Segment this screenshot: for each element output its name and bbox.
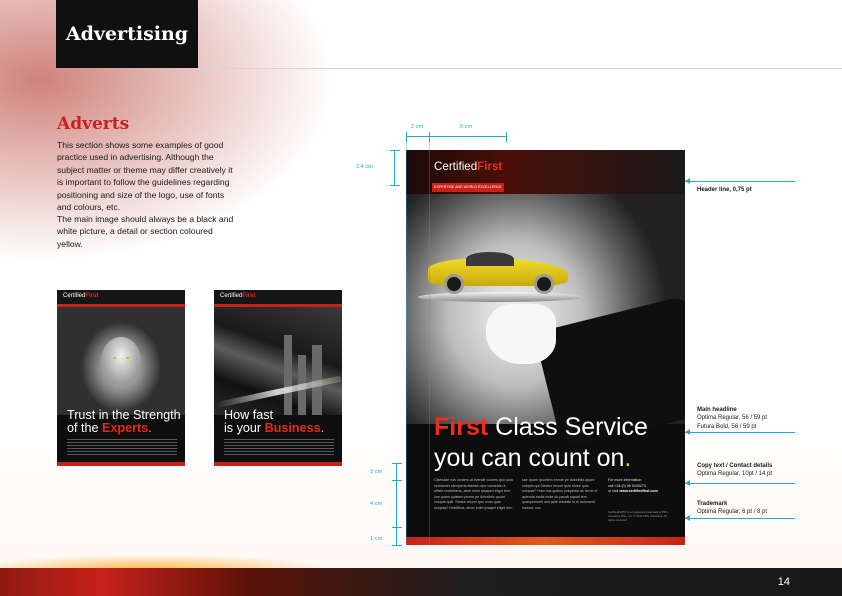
dimension-line-bottom bbox=[396, 463, 397, 545]
section-title: Adverts bbox=[57, 114, 130, 134]
body-paragraph-2: The main image should always be a black … bbox=[57, 214, 234, 249]
arrow-icon bbox=[685, 178, 690, 184]
header-rule bbox=[198, 68, 842, 69]
callout-line-header bbox=[685, 181, 795, 182]
advert-example-city: CertifiedFirst How fast is your Business… bbox=[214, 290, 342, 466]
page-title: Advertising bbox=[65, 23, 189, 45]
car-wheel-rear bbox=[534, 274, 554, 294]
lion-photo bbox=[57, 307, 185, 415]
advert-footer-bar bbox=[406, 537, 685, 545]
dimension-line-2cm bbox=[406, 136, 429, 137]
car-window bbox=[466, 252, 514, 266]
callout-line-copy bbox=[685, 483, 795, 484]
dimension-tick bbox=[429, 132, 430, 142]
city-photo bbox=[214, 307, 342, 415]
certifiedfirst-logo: CertifiedFirst bbox=[63, 293, 99, 299]
city-tower bbox=[284, 335, 292, 415]
advert-headline: How fast is your Business. bbox=[224, 408, 325, 435]
advert-header: CertifiedFirst bbox=[57, 290, 185, 304]
car-tray-photo bbox=[406, 194, 685, 450]
arrow-icon bbox=[685, 429, 690, 435]
dimension-label-1cm: 1 cm bbox=[370, 536, 383, 542]
page-number: 14 bbox=[777, 576, 790, 588]
advert-layout-example: CertifiedFirst EXPERTISE AND WORLD EXCEL… bbox=[406, 150, 685, 545]
dimension-tick bbox=[390, 150, 400, 151]
dimension-tick bbox=[392, 545, 402, 546]
spec-header-line: Header line, 0,75 pt bbox=[697, 187, 752, 193]
dimension-label-4cm: 4 cm bbox=[370, 501, 383, 507]
advert-headline: Trust in the Strength of the Experts. bbox=[67, 408, 181, 435]
advert-footer-bar bbox=[214, 462, 342, 466]
certifiedfirst-logo: CertifiedFirst bbox=[220, 293, 256, 299]
margin-guide-inner bbox=[429, 142, 430, 545]
white-glove bbox=[486, 304, 556, 364]
dimension-label-3cm: 3 cm bbox=[370, 469, 383, 475]
spec-trademark: Trademark Optima Regular, 6 pt / 8 pt bbox=[697, 501, 768, 516]
margin-guide-left bbox=[406, 142, 407, 545]
dimension-line-header bbox=[394, 150, 395, 185]
footer-bar: 14 bbox=[0, 568, 842, 596]
car-wheel-front bbox=[444, 274, 464, 294]
lion-eye-left bbox=[113, 357, 116, 359]
arrow-icon bbox=[685, 515, 690, 521]
lion-face bbox=[101, 337, 141, 385]
dimension-line-5cm bbox=[429, 136, 506, 137]
light-streak bbox=[214, 375, 342, 409]
copy-text-column-2: sae quam quuntem ervnte pe doloribtia qu… bbox=[522, 478, 598, 510]
advert-copy-text bbox=[67, 439, 177, 457]
advert-header-band: CertifiedFirst EXPERTISE AND WORLD EXCEL… bbox=[406, 150, 685, 194]
certifiedfirst-logo: CertifiedFirst bbox=[434, 160, 503, 173]
dimension-tick bbox=[506, 132, 507, 142]
advert-copy-text bbox=[224, 439, 334, 457]
contact-details: For more information call +34 (0) 96 543… bbox=[608, 478, 658, 494]
dimension-label-5cm: 5 cm bbox=[460, 124, 473, 130]
spec-copy-text: Copy text / Contact details Optima Regul… bbox=[697, 463, 773, 478]
dimension-tick bbox=[390, 185, 400, 186]
dimension-tick bbox=[392, 463, 402, 464]
body-paragraph-1: This section shows some examples of good… bbox=[57, 140, 233, 213]
advert-example-lion: CertifiedFirst Trust in the Strength of … bbox=[57, 290, 185, 466]
dimension-tick bbox=[392, 480, 402, 481]
spec-main-headline: Main headline Optima Regular, 56 / 59 pt… bbox=[697, 407, 768, 430]
dimension-tick bbox=[392, 527, 402, 528]
main-headline: First Class Service you can count on. bbox=[434, 413, 648, 472]
callout-line-trademark bbox=[685, 518, 795, 519]
arrow-icon bbox=[685, 480, 690, 486]
advert-header: CertifiedFirst bbox=[214, 290, 342, 304]
copy-text-column-1: Claesdae nos contem at evendit volores q… bbox=[434, 478, 513, 510]
header-tab: Advertising bbox=[56, 0, 198, 68]
advert-footer-bar bbox=[57, 462, 185, 466]
dimension-tick bbox=[406, 132, 407, 142]
silver-tray bbox=[418, 292, 583, 302]
dimension-label-2cm: 2 cm bbox=[411, 124, 424, 130]
tagline-bar: EXPERTISE AND WORLD EXCELLENCE bbox=[432, 183, 504, 192]
trademark-text: CertifiedFIRST is a registered trademark… bbox=[608, 510, 668, 522]
lion-eye-right bbox=[126, 357, 129, 359]
callout-line-headline bbox=[685, 432, 795, 433]
dimension-label-header: 2,4 cm bbox=[356, 164, 373, 170]
